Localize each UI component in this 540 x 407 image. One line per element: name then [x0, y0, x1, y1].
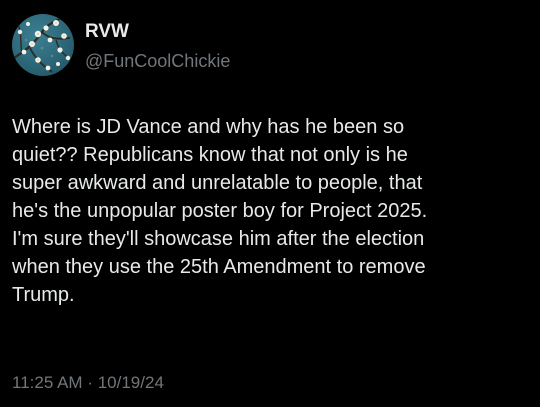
tweet-text: Where is JD Vance and why has he been so…: [12, 113, 532, 309]
avatar[interactable]: [12, 14, 74, 76]
author-block: RVW @FunCoolChickie: [85, 20, 230, 73]
tweet-date: 10/19/24: [97, 373, 164, 392]
tweet-text-line: super awkward and unrelatable to people,…: [12, 172, 423, 194]
tweet-text-line: quiet?? Republicans know that not only i…: [12, 144, 408, 166]
tweet-timestamp[interactable]: 11:25 AM · 10/19/24: [12, 372, 164, 394]
tweet-text-line: I'm sure they'll showcase him after the …: [12, 228, 425, 250]
user-handle[interactable]: @FunCoolChickie: [85, 49, 230, 73]
tweet-text-line: he's the unpopular poster boy for Projec…: [12, 200, 428, 222]
almond-blossom-avatar-icon: [13, 16, 73, 73]
tweet: RVW @FunCoolChickie Where is JD Vance an…: [0, 0, 540, 407]
display-name[interactable]: RVW: [85, 20, 230, 44]
tweet-text-line: Where is JD Vance and why has he been so: [12, 116, 405, 138]
tweet-text-line: Trump.: [12, 284, 75, 306]
tweet-text-line: when they use the 25th Amendment to remo…: [12, 256, 426, 278]
meta-separator: ·: [87, 373, 93, 392]
tweet-time: 11:25 AM: [12, 373, 83, 392]
